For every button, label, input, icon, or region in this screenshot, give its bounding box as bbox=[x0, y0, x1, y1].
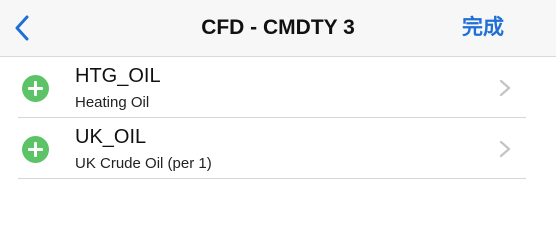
instrument-code: HTG_OIL bbox=[75, 65, 161, 87]
list-item[interactable]: UK_OIL UK Crude Oil (per 1) bbox=[0, 118, 556, 179]
instrument-name: Heating Oil bbox=[75, 94, 150, 111]
instrument-name: UK Crude Oil (per 1) bbox=[75, 155, 212, 172]
chevron-left-icon bbox=[15, 15, 29, 41]
instrument-list: HTG_OIL Heating Oil UK_OIL UK Crude Oil … bbox=[0, 57, 556, 179]
done-button[interactable]: 完成 bbox=[462, 0, 504, 56]
chevron-right-icon bbox=[499, 79, 511, 97]
chevron-right-icon bbox=[499, 140, 511, 158]
row-divider bbox=[18, 178, 526, 179]
list-item[interactable]: HTG_OIL Heating Oil bbox=[0, 57, 556, 118]
navigation-bar: CFD - CMDTY 3 完成 bbox=[0, 0, 556, 57]
instrument-code: UK_OIL bbox=[75, 126, 147, 148]
back-button[interactable] bbox=[0, 0, 44, 56]
add-circle-icon[interactable] bbox=[22, 136, 49, 163]
add-circle-icon[interactable] bbox=[22, 75, 49, 102]
